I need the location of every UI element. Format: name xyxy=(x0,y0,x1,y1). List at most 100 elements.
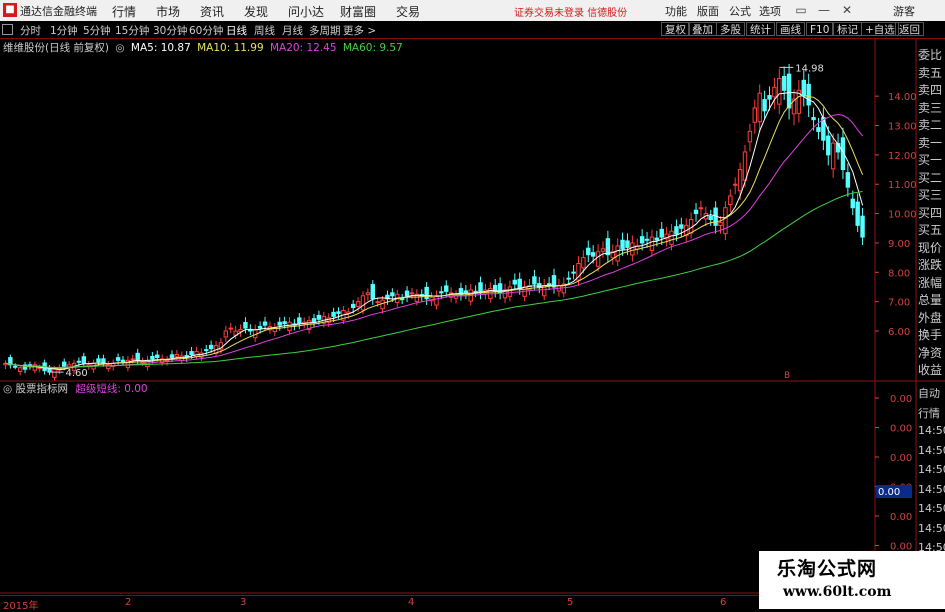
candle-up xyxy=(360,295,366,311)
candle-up xyxy=(223,330,229,338)
btn-fanhui[interactable]: 返回 xyxy=(895,22,924,36)
period-1min[interactable]: 1分钟 xyxy=(50,23,78,38)
quote-field-label: 换手 xyxy=(918,328,943,342)
tick-field-label[interactable]: 自动 xyxy=(918,385,940,401)
price-tick-label: 10.00 xyxy=(888,210,917,221)
menu-xuanxiang[interactable]: 选项 xyxy=(759,3,781,19)
period-30min[interactable]: 30分钟 xyxy=(153,23,187,38)
settings-circle-icon[interactable]: ◎ xyxy=(115,42,124,54)
candle-down xyxy=(81,356,87,364)
btn-f10[interactable]: F10 xyxy=(806,22,834,36)
date-label: 2015年 xyxy=(3,601,39,612)
period-weekly[interactable]: 周线 xyxy=(254,23,275,38)
period-more[interactable]: 更多 > xyxy=(343,23,376,38)
btn-biaoji[interactable]: 标记 xyxy=(833,22,862,36)
ma5-line xyxy=(5,92,864,371)
btn-huaxian[interactable]: 画线 xyxy=(776,22,805,36)
menu-gongneng[interactable]: 功能 xyxy=(665,3,687,19)
period-15min[interactable]: 15分钟 xyxy=(115,23,149,38)
restore-icon[interactable]: — xyxy=(813,1,835,19)
candle-down xyxy=(674,226,679,235)
menu-gongshi[interactable]: 公式 xyxy=(729,3,751,19)
date-label: 3 xyxy=(240,597,247,608)
guest-label[interactable]: 游客 xyxy=(893,3,915,19)
candle-down xyxy=(444,285,449,292)
candle-down xyxy=(204,349,209,352)
candle-down xyxy=(282,321,287,325)
quote-field-label: 买三 xyxy=(918,188,943,202)
candle-down xyxy=(639,236,645,244)
menu-caifuquan[interactable]: 财富圈 xyxy=(340,3,376,20)
candle-up xyxy=(752,107,758,123)
candle-down xyxy=(659,228,664,238)
candle-down xyxy=(399,298,405,301)
candle-down xyxy=(243,321,248,329)
candle-down xyxy=(22,364,28,370)
quote-field-label: 卖二 xyxy=(918,118,943,132)
quote-side-panel: 委比 卖五 卖四 卖三 卖二 卖一 买一 买二 买三 买四 买五 现价 涨跌 涨幅 总量 外盘 换手 净资 收益 xyxy=(916,38,945,378)
candle-down xyxy=(532,276,537,285)
period-daily[interactable]: 日线 xyxy=(226,23,247,38)
candle-down xyxy=(120,359,126,363)
tick-field-label: 14:50 xyxy=(918,482,945,496)
btn-duogu[interactable]: 多股 xyxy=(716,22,745,36)
kline-chart[interactable]: 14.00 13.00 12.00 11.00 10.00 9.00 8.00 7.00 6.0… xyxy=(0,38,945,383)
btn-tongji[interactable]: 统计 xyxy=(746,22,775,36)
menu-hangqing[interactable]: 行情 xyxy=(112,3,136,20)
quote-field-label: 买五 xyxy=(918,223,943,237)
close-window-icon[interactable]: ✕ xyxy=(836,1,858,19)
candle-up xyxy=(365,292,371,296)
period-multi[interactable]: 多周期 xyxy=(309,23,341,38)
period-60min[interactable]: 60分钟 xyxy=(189,23,223,38)
candle-down xyxy=(311,318,317,323)
candle-down xyxy=(463,290,469,294)
period-fenshi[interactable]: 分时 xyxy=(20,23,41,38)
sub-current-value: 0.00 xyxy=(878,487,900,498)
menu-banmian[interactable]: 版面 xyxy=(697,3,719,19)
candle-up xyxy=(194,351,199,357)
btn-diejia[interactable]: 叠加 xyxy=(688,22,717,36)
candle-down xyxy=(644,238,650,241)
tick-field-label: 14:50 xyxy=(918,502,945,515)
tick-field-label: 行情 xyxy=(918,406,940,420)
candle-up xyxy=(355,301,361,308)
candle-down xyxy=(517,278,522,289)
menu-zixun[interactable]: 资讯 xyxy=(200,3,224,20)
panel-toggle-icon[interactable] xyxy=(2,24,13,35)
candle-up xyxy=(66,364,72,368)
quote-field-label: 外盘 xyxy=(918,310,943,325)
candle-down xyxy=(845,172,851,188)
candle-down xyxy=(806,83,811,106)
candle-down xyxy=(625,240,630,248)
candle-down xyxy=(708,215,713,220)
period-monthly[interactable]: 月线 xyxy=(282,23,303,38)
candle-down xyxy=(13,365,18,368)
quote-field-label: 买四 xyxy=(918,205,943,220)
price-tick-label: 13.00 xyxy=(888,122,917,133)
btn-zixuan[interactable]: +自选 xyxy=(861,22,899,36)
title-bar: ■ 通达信金融终端 行情 市场 资讯 发现 问小达 财富圈 交易 证券交易未登录… xyxy=(0,0,945,22)
candle-down xyxy=(605,238,611,256)
indicator-header: ◎ 股票指标网 超级短线: 0.00 xyxy=(3,381,148,396)
date-label: 6 xyxy=(720,597,727,608)
menu-faxian[interactable]: 发现 xyxy=(244,3,268,20)
quote-field-label: 现价 xyxy=(918,240,943,255)
tick-field-label: 14:50 xyxy=(918,463,945,476)
login-notice[interactable]: 证券交易未登录 信德股份 xyxy=(514,4,627,19)
minimize-icon[interactable]: ▭ xyxy=(790,1,812,19)
quote-field-label: 卖四 xyxy=(918,83,943,97)
period-5min[interactable]: 5分钟 xyxy=(83,23,111,38)
candle-down xyxy=(811,117,816,121)
menu-shichang[interactable]: 市场 xyxy=(156,3,180,20)
candle-down xyxy=(693,209,699,215)
menu-wenxiaoda[interactable]: 问小达 xyxy=(288,3,324,20)
candle-down xyxy=(135,352,140,361)
quote-field-label: 涨幅 xyxy=(918,275,943,290)
menu-jiaoyi[interactable]: 交易 xyxy=(396,3,420,20)
indicator-settings-icon[interactable]: ◎ xyxy=(3,383,12,395)
ma60-label: MA60: 9.57 xyxy=(342,42,403,54)
candle-down xyxy=(262,321,268,326)
price-tick-label: 8.00 xyxy=(888,268,910,279)
candle-down xyxy=(439,291,444,294)
btn-fuquan[interactable]: 复权 xyxy=(661,22,690,36)
